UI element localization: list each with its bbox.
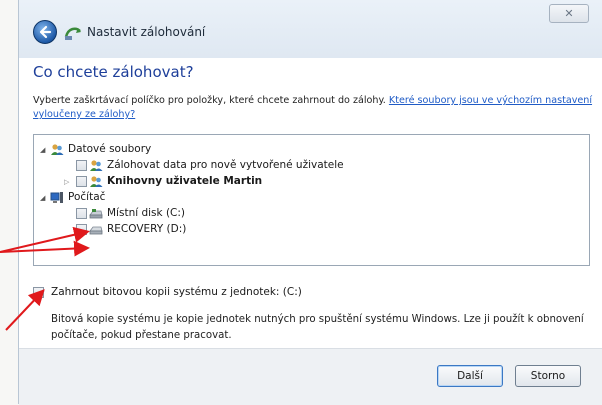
- users-icon: [51, 144, 64, 155]
- backup-setup-window: Nastavit zálohování ✕ Co chcete zálohova…: [18, 0, 602, 405]
- checkbox-user-libraries[interactable]: [76, 176, 87, 187]
- back-button[interactable]: [33, 20, 57, 44]
- tree-item-computer[interactable]: ◢ Počítač: [40, 190, 440, 206]
- checkbox-local-disk[interactable]: [76, 208, 87, 219]
- expand-triangle-icon[interactable]: ◢: [40, 146, 45, 154]
- backup-items-tree: ◢ Datové soubory Zálohovat data pro nově…: [33, 134, 590, 266]
- tree-item-new-users[interactable]: Zálohovat data pro nově vytvořené uživat…: [70, 158, 470, 174]
- collapse-triangle-icon[interactable]: ▷: [64, 178, 69, 186]
- description: Vyberte zaškrtávací políčko pro položky,…: [33, 94, 593, 122]
- user-icon: [90, 176, 103, 187]
- drive-icon: [89, 226, 103, 235]
- tree-item-label: Místní disk (C:): [107, 207, 186, 219]
- system-image-label: Zahrnout bitovou kopii systému z jednote…: [51, 286, 302, 298]
- drive-icon: [89, 209, 103, 219]
- checkbox-system-image[interactable]: [33, 287, 44, 298]
- tree-item-data-files[interactable]: ◢ Datové soubory: [40, 142, 440, 158]
- window-title: Nastavit zálohování: [87, 25, 206, 39]
- users-icon: [90, 160, 103, 171]
- page-heading: Co chcete zálohovat?: [33, 63, 194, 81]
- tree-item-local-disk[interactable]: Místní disk (C:): [70, 206, 470, 222]
- title-bar: Nastavit zálohování: [19, 0, 602, 58]
- tree-item-label: Počítač: [68, 191, 106, 203]
- tree-item-label: RECOVERY (D:): [107, 223, 187, 235]
- next-button[interactable]: Další: [437, 365, 503, 387]
- tree-item-label: Zálohovat data pro nově vytvořené uživat…: [107, 159, 344, 171]
- expand-triangle-icon[interactable]: ◢: [40, 194, 45, 202]
- content-area: Co chcete zálohovat? Vyberte zaškrtávací…: [19, 58, 602, 348]
- computer-icon: [50, 192, 63, 203]
- close-button[interactable]: ✕: [549, 4, 589, 23]
- back-arrow-icon: [39, 25, 52, 39]
- tree-item-label: Datové soubory: [68, 143, 152, 155]
- system-image-note: Bitová kopie systému je kopie jednotek n…: [51, 314, 584, 341]
- tree-item-label: Knihovny uživatele Martin: [107, 175, 263, 187]
- dialog-footer: Další Storno: [19, 348, 602, 405]
- backup-icon: [64, 27, 81, 40]
- tree-item-user-libraries[interactable]: ▷ Knihovny uživatele Martin: [64, 174, 470, 190]
- tree-item-recovery[interactable]: RECOVERY (D:): [70, 222, 470, 238]
- description-text: Vyberte zaškrtávací políčko pro položky,…: [33, 95, 386, 106]
- checkbox-recovery[interactable]: [76, 224, 87, 235]
- checkbox-new-users[interactable]: [76, 160, 87, 171]
- cancel-button[interactable]: Storno: [515, 365, 581, 387]
